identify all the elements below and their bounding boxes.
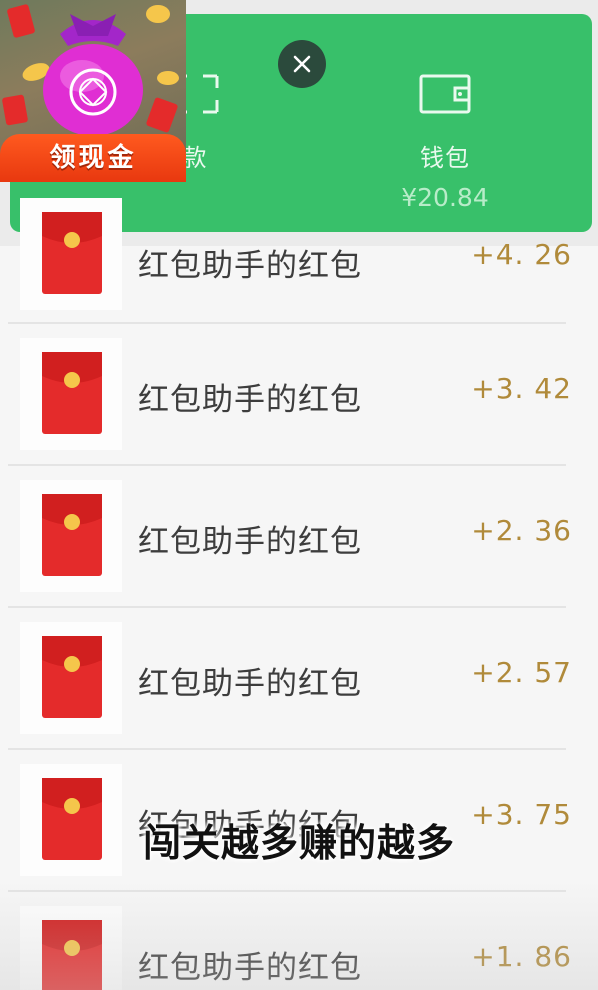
wallet-icon xyxy=(419,74,471,114)
envelope-icon-box xyxy=(20,906,122,990)
transaction-amount: +2. 57 xyxy=(471,656,572,689)
envelope-icon-box xyxy=(20,622,122,734)
red-envelope-icon xyxy=(42,494,102,576)
transaction-row[interactable]: 红包助手的红包 +2. 57 xyxy=(0,608,598,750)
wallet-label: 钱包 xyxy=(420,144,470,172)
transaction-row[interactable]: 红包助手的红包 +2. 36 xyxy=(0,466,598,608)
transaction-amount: +4. 26 xyxy=(471,238,572,271)
cash-reward-label: 领现金 xyxy=(0,134,186,182)
transaction-list: 红包助手的红包 +4. 26 红包助手的红包 +3. 42 红包助手的红包 +2… xyxy=(0,198,598,990)
red-envelope-icon xyxy=(42,920,102,990)
red-envelope-icon xyxy=(42,352,102,434)
transaction-title: 红包助手的红包 xyxy=(138,524,362,560)
video-subtitle: 闯关越多赚的越多 xyxy=(142,821,455,865)
transaction-title: 红包助手的红包 xyxy=(138,382,362,418)
app-screen: 款 钱包 ¥20.84 领现金 红包助手的红包 +4. 26 红包助手的红包 +… xyxy=(0,0,598,990)
cash-reward-badge[interactable]: 领现金 xyxy=(0,0,186,182)
receive-label: 款 xyxy=(182,144,208,172)
transaction-title: 红包助手的红包 xyxy=(138,950,362,986)
lucky-bag-icon xyxy=(2,4,179,136)
transaction-title: 红包助手的红包 xyxy=(138,666,362,702)
close-icon xyxy=(293,55,311,73)
transaction-title: 红包助手的红包 xyxy=(138,248,362,284)
transaction-row[interactable]: 红包助手的红包 +4. 26 xyxy=(0,198,598,324)
transaction-amount: +2. 36 xyxy=(471,514,572,547)
close-button[interactable] xyxy=(278,40,326,88)
envelope-icon-box xyxy=(20,338,122,450)
transaction-amount: +1. 86 xyxy=(471,940,572,973)
red-envelope-icon xyxy=(42,636,102,718)
wallet-balance: ¥20.84 xyxy=(401,183,489,212)
envelope-icon-box xyxy=(20,480,122,592)
transaction-amount: +3. 42 xyxy=(471,372,572,405)
transaction-row[interactable]: 红包助手的红包 +3. 42 xyxy=(0,324,598,466)
wallet-button[interactable]: 钱包 ¥20.84 xyxy=(370,72,520,212)
red-envelope-icon xyxy=(42,212,102,294)
transaction-row[interactable]: 红包助手的红包 +1. 86 xyxy=(0,892,598,990)
envelope-icon-box xyxy=(20,198,122,310)
